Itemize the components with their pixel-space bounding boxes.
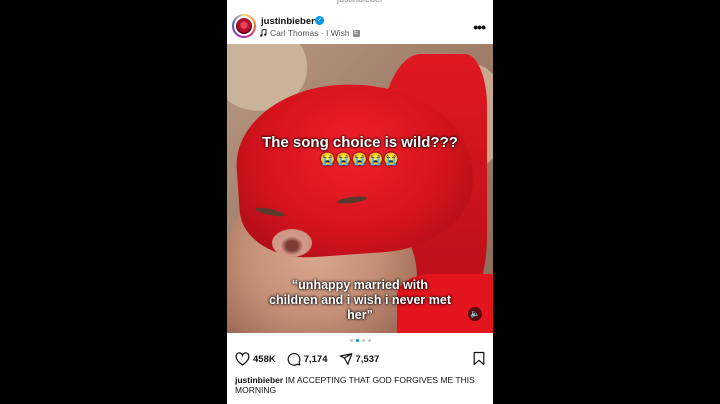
sound-icon[interactable]: 🔈 [468,307,482,321]
overlay-text-bottom: “unhappy married with children and i wis… [269,278,451,322]
comment-button[interactable]: 7,174 [287,352,328,366]
caption-username[interactable]: justinbieber [235,375,283,385]
heart-icon [235,352,250,366]
carousel-dot [367,339,371,342]
more-icon[interactable]: ••• [473,19,486,35]
share-button[interactable]: 7,537 [339,352,380,366]
shares-count: 7,537 [355,353,380,365]
avatar[interactable] [232,14,256,38]
likes-count: 458K [253,353,276,365]
bookmark-icon [473,351,485,366]
music-note-icon [260,29,267,37]
like-button[interactable]: 458K [235,352,276,366]
carousel-indicator [227,339,493,342]
save-button[interactable] [473,351,485,371]
explicit-badge: E [352,29,360,37]
nose [272,229,312,257]
carousel-dot [361,339,365,342]
overlay-emojis: 😭😭😭😭😭 [320,152,400,166]
carousel-dot-active [355,339,359,342]
comment-icon [287,352,301,366]
comments-count: 7,174 [303,353,328,365]
overlay-text-top: The song choice is wild??? [262,134,458,151]
post-header: justinbieber ✓ Carl Thomas · I Wish E ••… [227,10,493,44]
verified-icon: ✓ [315,16,324,25]
share-icon [339,353,352,365]
music-label: Carl Thomas · I Wish [270,28,350,38]
carousel-dot [349,339,353,342]
username-link[interactable]: justinbieber [261,16,315,27]
previous-username-cutoff: justinbieber [227,0,493,4]
post-video[interactable]: The song choice is wild??? 😭😭😭😭😭 “unhapp… [227,44,493,333]
music-link[interactable]: Carl Thomas · I Wish E [260,28,360,38]
action-bar: 458K 7,174 7,537 [235,349,485,369]
instagram-post-frame: justinbieber justinbieber ✓ Carl Thomas … [227,0,493,404]
post-caption: justinbieber IM ACCEPTING THAT GOD FORGI… [235,375,485,395]
